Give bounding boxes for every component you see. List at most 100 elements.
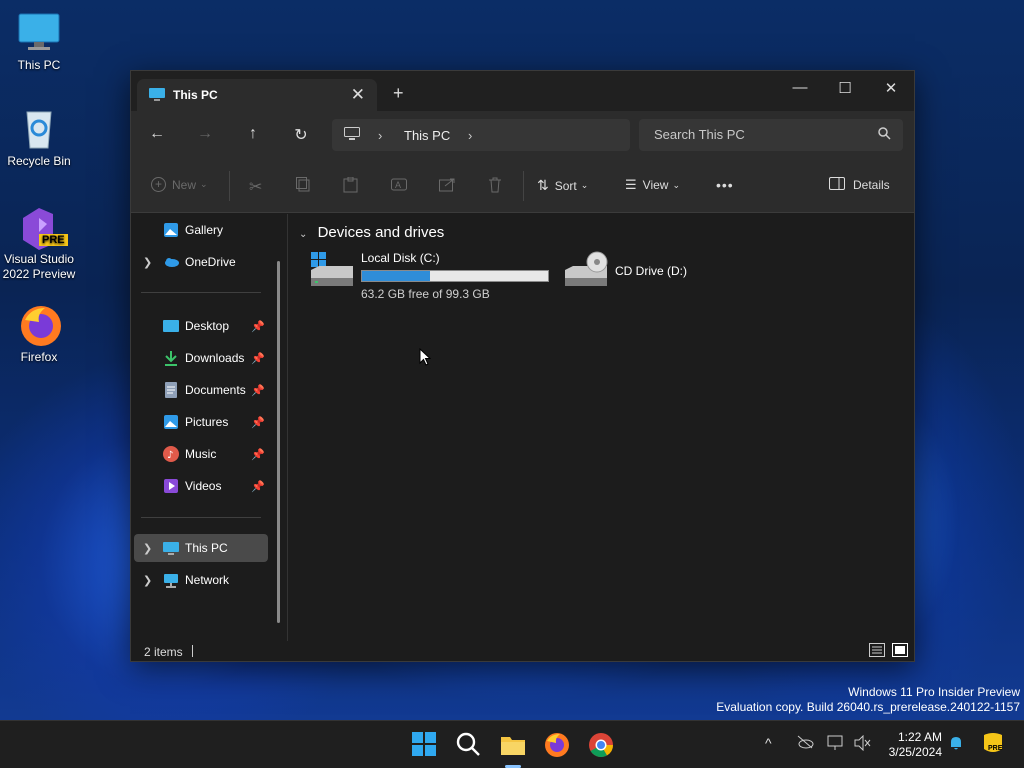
status-divider xyxy=(192,645,193,657)
tab-this-pc[interactable]: This PC ✕ xyxy=(137,79,377,111)
view-list-icon: ☰ xyxy=(625,177,637,192)
desktop-icon-label: Firefox xyxy=(20,350,58,364)
breadcrumb-this-pc[interactable]: This PC xyxy=(404,128,450,143)
forward-button[interactable]: → xyxy=(195,125,215,145)
drive-usage-bar xyxy=(361,270,549,282)
maximize-button[interactable]: ☐ xyxy=(830,79,860,103)
collapse-chevron-icon: ⌄ xyxy=(299,229,308,240)
desktop-icon-label: This PC xyxy=(17,58,61,72)
details-pane-icon xyxy=(829,177,845,193)
pictures-icon xyxy=(163,414,179,430)
desktop-icon-recycle-bin[interactable]: Recycle Bin xyxy=(0,106,78,169)
details-button[interactable]: Details xyxy=(829,177,890,193)
drive-name: Local Disk (C:) xyxy=(361,251,440,265)
close-button[interactable]: ✕ xyxy=(876,79,906,103)
show-hidden-icons-button[interactable]: ^ xyxy=(765,735,772,751)
system-clock[interactable]: 1:22 AM 3/25/2024 xyxy=(889,730,942,760)
sidebar-item-gallery[interactable]: Gallery xyxy=(131,216,271,244)
address-bar[interactable]: › This PC › xyxy=(332,119,630,151)
file-explorer-taskbar-button[interactable] xyxy=(499,731,527,768)
volume-muted-icon[interactable] xyxy=(854,734,872,754)
breadcrumb-separator[interactable]: › xyxy=(468,128,472,143)
pin-icon[interactable]: 📌 xyxy=(251,480,265,493)
toolbar-divider xyxy=(229,171,230,201)
chevron-down-icon: ⌄ xyxy=(200,179,208,189)
file-list-area: ⌄ Devices and drives Local Disk (C:) 63.… xyxy=(289,214,914,639)
desktop-icon-label: Visual Studio 2022 Preview xyxy=(2,252,76,281)
rename-icon[interactable]: A xyxy=(391,177,407,192)
tiles-view-icon[interactable] xyxy=(892,643,908,660)
desktop-icon-this-pc[interactable]: This PC xyxy=(0,10,78,73)
paste-icon[interactable] xyxy=(343,177,358,193)
computer-icon xyxy=(163,540,179,556)
search-icon xyxy=(878,127,891,143)
recycle-bin-icon xyxy=(17,106,61,150)
copy-icon[interactable] xyxy=(296,177,311,192)
start-button[interactable] xyxy=(411,731,439,759)
sidebar-item-onedrive[interactable]: ❯ OneDrive xyxy=(131,248,271,276)
drive-name: CD Drive (D:) xyxy=(615,264,687,278)
sidebar-divider xyxy=(141,292,261,293)
drive-local-disk-c[interactable]: Local Disk (C:) 63.2 GB free of 99.3 GB xyxy=(309,250,559,301)
sidebar-item-pictures[interactable]: Pictures 📌 xyxy=(131,408,271,436)
search-input[interactable]: Search This PC xyxy=(639,119,903,151)
expand-chevron-icon[interactable]: ❯ xyxy=(143,542,152,555)
chrome-taskbar-button[interactable] xyxy=(587,731,615,759)
computer-icon xyxy=(344,127,360,144)
network-status-icon[interactable] xyxy=(827,735,845,754)
pin-icon[interactable]: 📌 xyxy=(251,352,265,365)
pin-icon[interactable]: 📌 xyxy=(251,448,265,461)
up-button[interactable]: ↑ xyxy=(243,125,263,145)
navigation-bar: ← → ↑ ↻ › This PC › Search This PC xyxy=(131,111,914,159)
delete-icon[interactable] xyxy=(488,177,502,193)
expand-chevron-icon[interactable]: ❯ xyxy=(143,256,152,269)
sidebar-item-this-pc[interactable]: ❯ This PC xyxy=(134,534,268,562)
back-button[interactable]: ← xyxy=(147,125,167,145)
copilot-preview-icon[interactable]: PRE xyxy=(980,731,1006,760)
desktop-background: This PC Recycle Bin PRE Visual Studio 20… xyxy=(0,0,1024,720)
breadcrumb-separator[interactable]: › xyxy=(378,128,382,143)
pre-badge: PRE xyxy=(39,234,68,246)
more-options-button[interactable]: ••• xyxy=(716,177,734,193)
sort-icon: ⇅ xyxy=(537,177,549,193)
watermark-line-1: Windows 11 Pro Insider Preview xyxy=(848,685,1020,699)
firefox-taskbar-button[interactable] xyxy=(543,731,571,759)
details-view-icon[interactable] xyxy=(869,643,885,660)
expand-chevron-icon[interactable]: ❯ xyxy=(143,574,152,587)
cut-icon[interactable]: ✂ xyxy=(249,177,262,197)
pin-icon[interactable]: 📌 xyxy=(251,320,265,333)
desktop-icon-visual-studio[interactable]: PRE Visual Studio 2022 Preview xyxy=(0,204,78,282)
sort-button[interactable]: ⇅ Sort ⌄ xyxy=(537,177,588,194)
close-tab-icon[interactable]: ✕ xyxy=(351,85,365,105)
status-bar: 2 items xyxy=(131,639,914,663)
sidebar-scrollbar[interactable] xyxy=(277,261,280,623)
minimize-button[interactable]: — xyxy=(785,79,815,103)
sidebar-item-desktop[interactable]: Desktop 📌 xyxy=(131,312,271,340)
sidebar-item-music[interactable]: ♪ Music 📌 xyxy=(131,440,271,468)
desktop-icon-firefox[interactable]: Firefox xyxy=(0,302,78,365)
sidebar-item-documents[interactable]: Documents 📌 xyxy=(131,376,271,404)
pre-badge: PRE xyxy=(988,745,1003,752)
title-bar: This PC ✕ + — ☐ ✕ xyxy=(131,71,914,111)
pin-icon[interactable]: 📌 xyxy=(251,384,265,397)
sidebar-item-network[interactable]: ❯ Network xyxy=(131,566,271,594)
view-button[interactable]: ☰ View ⌄ xyxy=(625,177,680,193)
search-taskbar-button[interactable] xyxy=(455,731,483,759)
pin-icon[interactable]: 📌 xyxy=(251,416,265,429)
new-tab-button[interactable]: + xyxy=(393,83,404,104)
cloud-offline-icon[interactable] xyxy=(796,735,814,752)
download-icon xyxy=(163,350,179,366)
toolbar-divider xyxy=(523,171,524,201)
refresh-button[interactable]: ↻ xyxy=(291,125,311,145)
sidebar-item-videos[interactable]: Videos 📌 xyxy=(131,472,271,500)
drive-usage-fill xyxy=(362,271,430,281)
new-button[interactable]: + New ⌄ xyxy=(151,177,208,192)
pane-divider[interactable] xyxy=(287,214,288,641)
drive-cd-drive-d[interactable]: CD Drive (D:) xyxy=(563,250,713,300)
sidebar-item-downloads[interactable]: Downloads 📌 xyxy=(131,344,271,372)
sidebar-divider xyxy=(141,517,261,518)
notification-bell-icon[interactable] xyxy=(948,735,964,754)
taskbar: ^ 1:22 AM 3/25/2024 PRE xyxy=(0,720,1024,768)
group-header-devices[interactable]: ⌄ Devices and drives xyxy=(299,224,444,241)
share-icon[interactable] xyxy=(439,177,455,192)
